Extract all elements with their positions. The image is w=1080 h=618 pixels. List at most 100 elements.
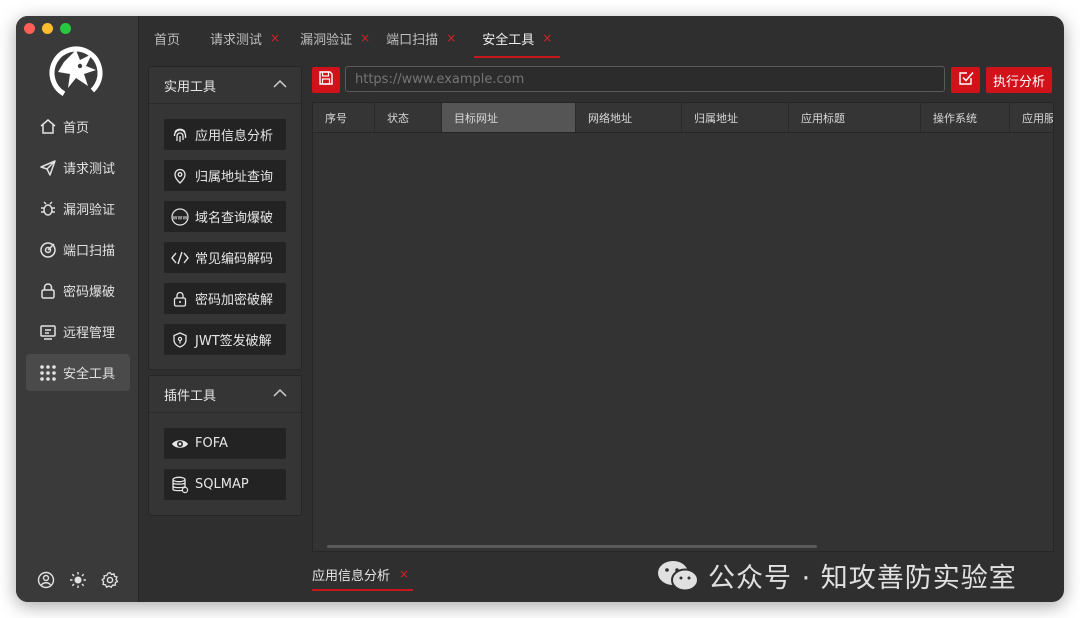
- tool-password-encrypt-crack[interactable]: 密码加密破解: [164, 283, 286, 314]
- minimize-window-button[interactable]: [42, 23, 53, 34]
- sidebar-item-port-scan[interactable]: 端口扫描: [26, 231, 130, 268]
- sidebar-item-security-tools[interactable]: 安全工具: [26, 354, 130, 391]
- send-icon: [38, 158, 58, 178]
- tab-label: 首页: [154, 32, 181, 48]
- table-header: 序号 状态 目标网址 网络地址 归属地址 应用标题 操作系统 应用服: [313, 103, 1053, 133]
- column-header[interactable]: 操作系统: [921, 103, 1010, 132]
- shield-key-icon: [171, 331, 189, 349]
- close-icon[interactable]: ×: [542, 31, 552, 45]
- column-header[interactable]: 应用服: [1010, 103, 1053, 132]
- practical-tools-panel: 实用工具 应用信息分析 归属地址查询 www 域名查询爆破 常见编码解码 密码加…: [148, 66, 302, 370]
- sidebar-nav: 首页 请求测试 漏洞验证 端口扫描 密码爆破 远程管理 安全工具: [26, 108, 130, 395]
- tab-request-test[interactable]: 请求测试 ×: [202, 16, 288, 60]
- tab-label: 请求测试: [210, 32, 263, 48]
- tab-label: 应用信息分析: [312, 568, 391, 584]
- tab-port-scan[interactable]: 端口扫描 ×: [378, 16, 464, 60]
- tool-jwt-crack[interactable]: JWT签发破解: [164, 324, 286, 355]
- sidebar-item-vuln-verify[interactable]: 漏洞验证: [26, 190, 130, 227]
- plugin-sqlmap[interactable]: SQLMAP: [164, 469, 286, 500]
- user-icon[interactable]: [36, 570, 56, 590]
- run-analysis-button[interactable]: 执行分析: [986, 67, 1052, 93]
- panel-title: 实用工具: [164, 79, 217, 95]
- tool-label: 常见编码解码: [195, 252, 274, 267]
- save-icon: [318, 70, 334, 90]
- sun-icon[interactable]: [68, 570, 88, 590]
- sidebar-item-label: 密码爆破: [63, 285, 116, 300]
- watermark-text: 公众号 · 知攻善防实验室: [708, 563, 1017, 594]
- tool-label: 密码加密破解: [195, 293, 274, 308]
- tool-label: 归属地址查询: [195, 170, 274, 185]
- sidebar-item-label: 安全工具: [63, 367, 116, 382]
- panel-title: 插件工具: [164, 388, 217, 404]
- lock-icon: [38, 281, 58, 301]
- tool-label: 域名查询爆破: [195, 211, 274, 226]
- watermark: 公众号 · 知攻善防实验室: [656, 556, 1017, 595]
- column-header[interactable]: 应用标题: [789, 103, 921, 132]
- sidebar-item-password-crack[interactable]: 密码爆破: [26, 272, 130, 309]
- sidebar-item-label: 请求测试: [63, 162, 116, 177]
- gear-icon[interactable]: [100, 570, 120, 590]
- tab-security-tools[interactable]: 安全工具 ×: [474, 16, 561, 60]
- code-icon: [171, 249, 189, 267]
- app-window: 首页 请求测试 漏洞验证 端口扫描 密码爆破 远程管理 安全工具 首页 请求测试…: [16, 16, 1064, 602]
- bug-icon: [38, 199, 58, 219]
- sidebar-item-label: 漏洞验证: [63, 203, 116, 218]
- terminal-icon: [38, 322, 58, 342]
- grid-dots-icon: [38, 363, 58, 383]
- column-header[interactable]: 网络地址: [576, 103, 682, 132]
- sidebar-item-request-test[interactable]: 请求测试: [26, 149, 130, 186]
- tab-bar: 首页 请求测试 × 漏洞验证 × 端口扫描 × 安全工具 ×: [146, 16, 561, 60]
- panel-header[interactable]: 插件工具: [149, 376, 301, 413]
- save-button[interactable]: [312, 67, 340, 93]
- tool-label: FOFA: [195, 436, 228, 451]
- close-icon[interactable]: ×: [270, 31, 280, 45]
- home-icon: [38, 117, 58, 137]
- close-window-button[interactable]: [24, 23, 35, 34]
- sidebar-item-label: 远程管理: [63, 326, 116, 341]
- plugin-fofa[interactable]: FOFA: [164, 428, 286, 459]
- checkbox-icon: [958, 70, 974, 90]
- tool-domain-bruteforce[interactable]: www 域名查询爆破: [164, 201, 286, 232]
- sidebar-item-home[interactable]: 首页: [26, 108, 130, 145]
- tool-encode-decode[interactable]: 常见编码解码: [164, 242, 286, 273]
- radar-icon: [38, 240, 58, 260]
- tool-label: 应用信息分析: [195, 129, 274, 144]
- chevron-up-icon[interactable]: [273, 387, 287, 402]
- tab-label: 漏洞验证: [300, 32, 353, 48]
- lock-icon: [171, 290, 189, 308]
- tab-label: 端口扫描: [386, 32, 439, 48]
- close-icon[interactable]: ×: [446, 31, 456, 45]
- sidebar-footer: [36, 570, 120, 590]
- tool-app-info-analysis[interactable]: 应用信息分析: [164, 119, 286, 150]
- tool-label: JWT签发破解: [195, 334, 272, 349]
- url-input[interactable]: [345, 66, 945, 92]
- dragon-logo: [46, 42, 106, 102]
- result-tab[interactable]: 应用信息分析 ×: [312, 559, 414, 591]
- close-icon[interactable]: ×: [399, 567, 409, 581]
- maximize-window-button[interactable]: [60, 23, 71, 34]
- tab-label: 安全工具: [482, 32, 535, 48]
- database-icon: [171, 476, 189, 494]
- chevron-up-icon[interactable]: [273, 78, 287, 93]
- column-header[interactable]: 目标网址: [442, 103, 576, 132]
- results-table: 序号 状态 目标网址 网络地址 归属地址 应用标题 操作系统 应用服: [312, 102, 1054, 552]
- close-icon[interactable]: ×: [360, 31, 370, 45]
- column-header[interactable]: 序号: [313, 103, 375, 132]
- column-header[interactable]: 状态: [375, 103, 442, 132]
- wechat-icon: [656, 559, 700, 593]
- tool-location-lookup[interactable]: 归属地址查询: [164, 160, 286, 191]
- sidebar-item-label: 首页: [63, 121, 90, 136]
- tool-label: SQLMAP: [195, 477, 249, 492]
- plugin-tools-panel: 插件工具 FOFA SQLMAP: [148, 375, 302, 516]
- tab-vuln-verify[interactable]: 漏洞验证 ×: [292, 16, 378, 60]
- horizontal-scrollbar[interactable]: [327, 545, 817, 548]
- tab-home[interactable]: 首页: [146, 16, 188, 60]
- panel-header[interactable]: 实用工具: [149, 67, 301, 104]
- column-header[interactable]: 归属地址: [682, 103, 789, 132]
- fingerprint-icon: [171, 126, 189, 144]
- location-pin-icon: [171, 167, 189, 185]
- select-button[interactable]: [951, 67, 980, 93]
- window-controls: [24, 23, 71, 34]
- www-icon: www: [171, 207, 189, 226]
- sidebar-item-remote-manage[interactable]: 远程管理: [26, 313, 130, 350]
